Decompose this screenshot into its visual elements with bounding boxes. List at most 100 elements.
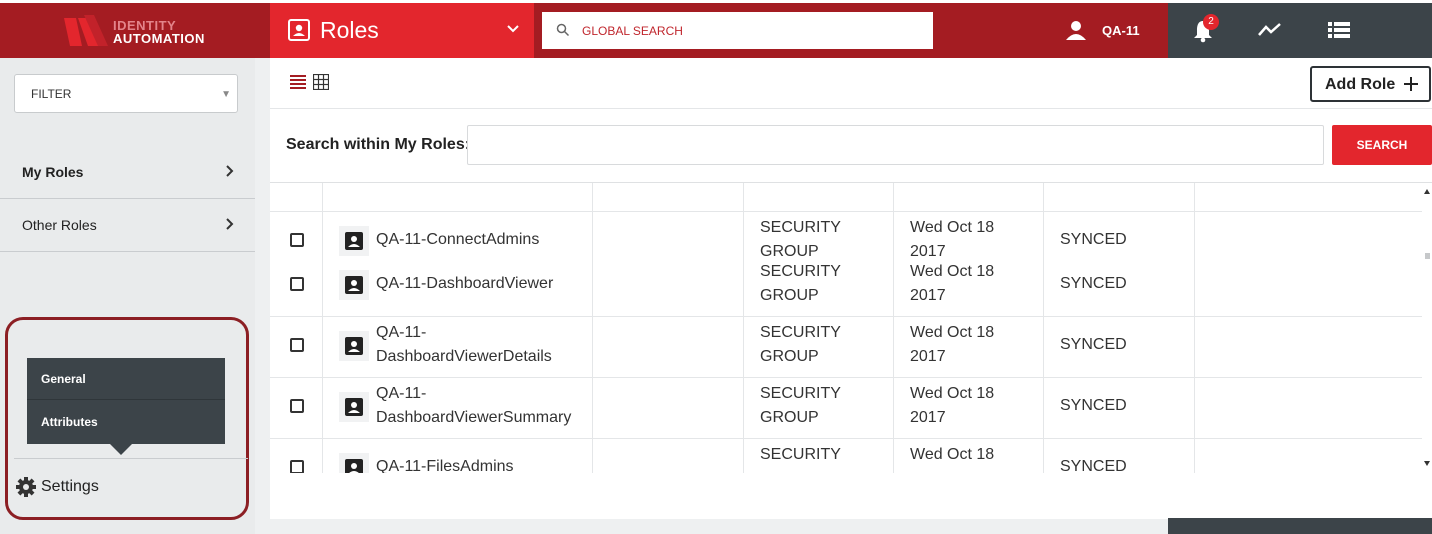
settings-popup-menu: General Attributes xyxy=(27,358,225,444)
filter-label: FILTER xyxy=(31,87,72,101)
settings-label: Settings xyxy=(41,478,99,495)
role-icon xyxy=(339,226,369,256)
role-type-line: SECURITY xyxy=(760,263,841,280)
global-search[interactable] xyxy=(542,12,933,49)
role-date-line: 2017 xyxy=(910,348,946,365)
role-type: SECURITY GROUP xyxy=(760,260,841,308)
user-menu[interactable]: QA-11 xyxy=(1064,3,1168,58)
role-type-line: GROUP xyxy=(760,287,819,304)
menu-item-attributes[interactable]: Attributes xyxy=(27,401,225,443)
gear-icon xyxy=(16,477,36,497)
divider xyxy=(270,108,1432,109)
footer-bar xyxy=(1168,518,1432,534)
role-date-line: Wed Oct 18 xyxy=(910,385,995,402)
role-date: Wed Oct 18 2017 xyxy=(910,260,994,308)
global-search-input[interactable] xyxy=(582,12,922,49)
table-row[interactable]: QA-11- DashboardViewerDetails SECURITY GROU… xyxy=(270,317,1422,378)
role-name: QA-11-ConnectAdmins xyxy=(376,228,539,252)
sidebar-item-my-roles[interactable]: My Roles xyxy=(0,146,255,199)
identity-automation-logo-icon xyxy=(64,15,108,46)
plus-icon xyxy=(1404,77,1418,91)
role-type: SECURITY GROUP xyxy=(760,321,841,369)
brand-line-2: AUTOMATION xyxy=(113,31,205,46)
list-view-toggle-icon[interactable] xyxy=(290,74,306,90)
row-checkbox[interactable] xyxy=(290,233,304,247)
utility-bar: 2 xyxy=(1168,3,1432,58)
role-name: QA-11- DashboardViewerSummary xyxy=(376,382,571,430)
row-checkbox[interactable] xyxy=(290,460,304,473)
row-checkbox[interactable] xyxy=(290,399,304,413)
table-row[interactable]: QA-11-FilesAdmins SECURITY Wed Oct 18 SYNCE… xyxy=(270,439,1422,473)
role-date-line: 2017 xyxy=(910,287,946,304)
role-name-line: DashboardViewerSummary xyxy=(376,409,572,426)
caret-down-icon: ▼ xyxy=(221,89,231,100)
menu-item-label: Attributes xyxy=(41,415,98,429)
role-icon xyxy=(339,331,369,361)
brand-logo[interactable]: IDENTITY AUTOMATION xyxy=(0,3,270,58)
role-name: QA-11-FilesAdmins xyxy=(376,455,514,473)
sidebar-item-label: Other Roles xyxy=(22,217,97,233)
role-icon xyxy=(339,392,369,422)
chevron-right-icon xyxy=(226,165,234,177)
search-button[interactable]: SEARCH xyxy=(1332,125,1432,165)
sidebar: FILTER ▼ My Roles Other Roles General At… xyxy=(0,58,255,534)
table-row[interactable]: QA-11-DashboardViewer SECURITY GROUP Wed Oc… xyxy=(270,256,1422,317)
table-row[interactable]: QA-11- DashboardViewerSummary SECURITY GROU… xyxy=(270,378,1422,439)
role-icon xyxy=(339,270,369,300)
roles-panel: Add Role Search within My Roles: SEARCH … xyxy=(270,58,1432,519)
sync-status: SYNCED xyxy=(1060,275,1127,292)
roles-icon xyxy=(288,19,310,41)
scroll-down-arrow-icon[interactable] xyxy=(1424,461,1430,466)
add-role-label: Add Role xyxy=(1325,76,1396,93)
grid-view-toggle-icon[interactable] xyxy=(313,74,329,90)
main-area: Add Role Search within My Roles: SEARCH … xyxy=(255,58,1432,534)
search-within-label: Search within My Roles: xyxy=(286,136,471,153)
role-date: Wed Oct 18 2017 xyxy=(910,321,994,369)
role-name-line: QA-11-FilesAdmins xyxy=(376,458,514,473)
brand-text: IDENTITY AUTOMATION xyxy=(113,19,205,45)
app-window: IDENTITY AUTOMATION Roles GLOBAL SEARCH … xyxy=(0,0,1432,534)
scroll-up-arrow-icon[interactable] xyxy=(1424,189,1430,194)
role-date-line: Wed Oct 18 xyxy=(910,263,995,280)
role-date-line: Wed Oct 18 xyxy=(910,324,995,341)
add-role-button[interactable]: Add Role xyxy=(1310,66,1431,102)
role-name-line: DashboardViewerDetails xyxy=(376,348,552,365)
role-type: SECURITY GROUP xyxy=(760,382,841,430)
menu-item-label: General xyxy=(41,372,86,386)
chevron-right-icon xyxy=(226,218,234,230)
menu-item-general[interactable]: General xyxy=(27,358,225,400)
sync-status: SYNCED xyxy=(1060,458,1127,473)
role-type-line: GROUP xyxy=(760,409,819,426)
role-date: Wed Oct 18 2017 xyxy=(910,382,994,430)
role-type-line: SECURITY xyxy=(760,324,841,341)
row-checkbox[interactable] xyxy=(290,338,304,352)
table-scrollbar[interactable] xyxy=(1422,183,1432,473)
scroll-thumb[interactable] xyxy=(1425,253,1430,259)
table-row[interactable]: QA-11-ConnectAdmins SECURITY GROUP Wed Oct … xyxy=(270,212,1422,260)
sync-status: SYNCED xyxy=(1060,397,1127,414)
role-type-line: SECURITY xyxy=(760,446,841,463)
divider xyxy=(14,458,248,459)
settings-button[interactable]: Settings xyxy=(16,474,156,500)
notification-badge: 2 xyxy=(1203,14,1219,30)
sidebar-item-label: My Roles xyxy=(22,164,84,180)
top-bar: IDENTITY AUTOMATION Roles GLOBAL SEARCH … xyxy=(0,3,1432,58)
list-view-icon[interactable] xyxy=(1328,22,1350,38)
sync-status: SYNCED xyxy=(1060,336,1127,353)
filter-dropdown[interactable]: FILTER ▼ xyxy=(14,74,238,113)
roles-table: ApplicationsHelpDeskGROUP2017SYNCED QA-11… xyxy=(270,183,1432,473)
role-icon xyxy=(339,453,369,473)
role-name-line: QA-11-ConnectAdmins xyxy=(376,231,540,248)
role-date-line: 2017 xyxy=(910,409,946,426)
search-within-input[interactable] xyxy=(467,125,1324,165)
row-checkbox[interactable] xyxy=(290,277,304,291)
trend-chart-icon[interactable] xyxy=(1258,22,1282,38)
role-date-line: Wed Oct 18 xyxy=(910,219,995,236)
section-dropdown[interactable]: Roles xyxy=(270,3,534,58)
role-name: QA-11-DashboardViewer xyxy=(376,272,553,296)
role-name-line: QA-11- xyxy=(376,324,427,341)
sidebar-item-other-roles[interactable]: Other Roles xyxy=(0,199,255,252)
role-type: SECURITY xyxy=(760,443,841,467)
table-row[interactable]: ApplicationsHelpDeskGROUP2017SYNCED xyxy=(270,183,1422,212)
role-name: QA-11- DashboardViewerDetails xyxy=(376,321,552,369)
